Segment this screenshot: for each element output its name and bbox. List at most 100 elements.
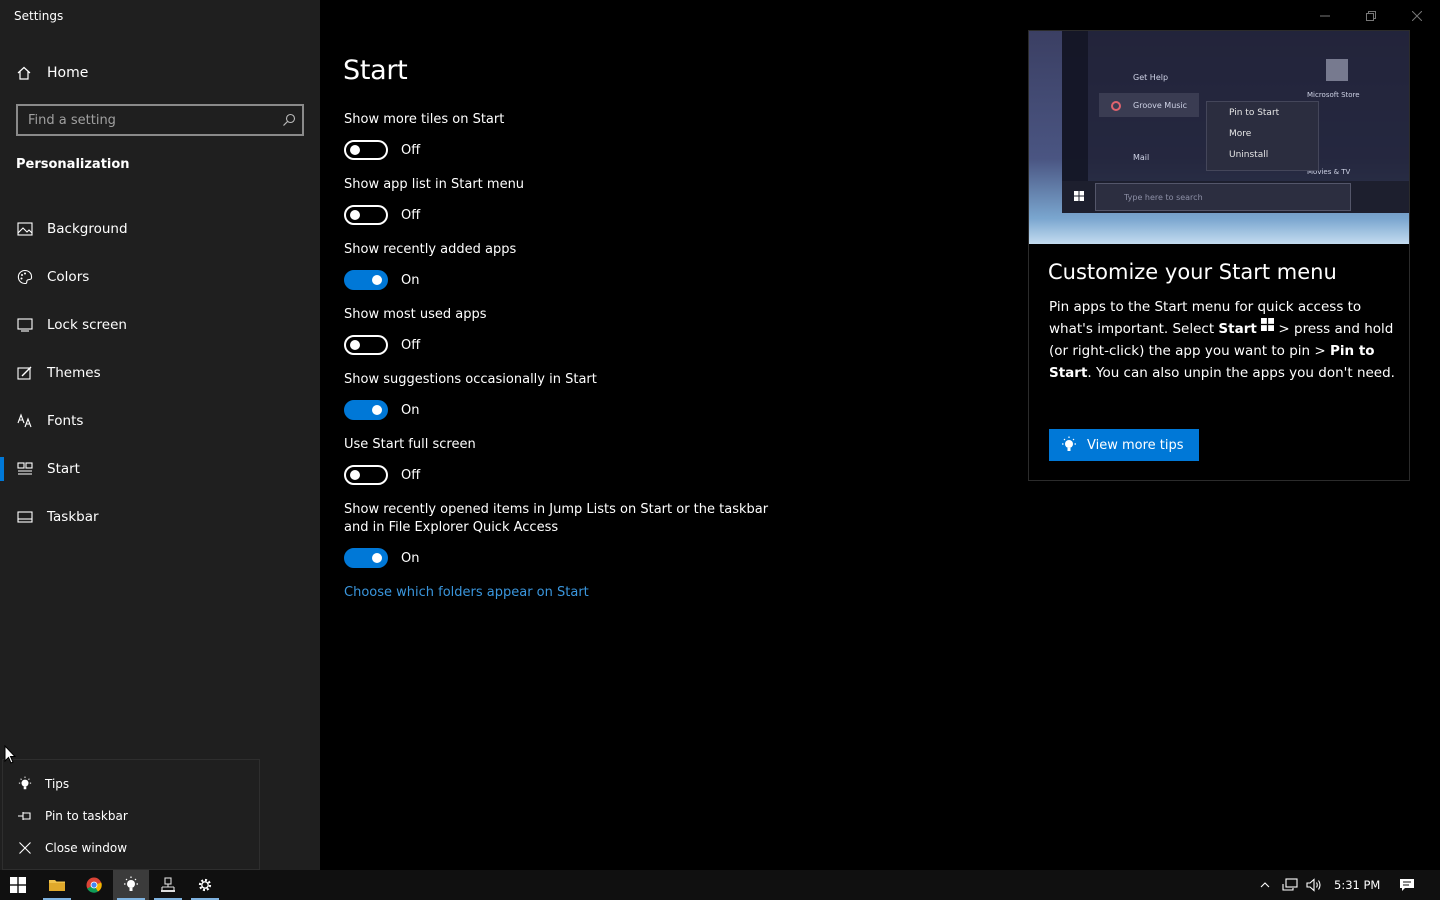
pin-icon xyxy=(16,807,34,825)
setting-label: Show recently added apps xyxy=(344,242,517,257)
setting-most-used: Show most used apps Off xyxy=(344,306,804,356)
sidebar-item-label: Start xyxy=(47,461,80,477)
sidebar: Settings Home Personalization Background… xyxy=(0,0,320,870)
settings-gear-icon xyxy=(198,878,212,892)
brush-icon xyxy=(16,364,34,382)
toggle-state: Off xyxy=(401,337,421,353)
home-label: Home xyxy=(47,65,89,81)
lightbulb-icon xyxy=(16,775,34,793)
toggle-state: Off xyxy=(401,142,421,158)
restore-button[interactable] xyxy=(1348,0,1394,32)
chevron-up-icon xyxy=(1260,882,1270,888)
jump-list-label: Close window xyxy=(45,841,128,855)
sidebar-item-label: Colors xyxy=(47,269,90,285)
setting-label: Show most used apps xyxy=(344,307,487,322)
view-more-tips-button[interactable]: View more tips xyxy=(1049,429,1199,461)
setting-more-tiles: Show more tiles on Start Off xyxy=(344,111,804,161)
setting-app-list: Show app list in Start menu Off xyxy=(344,176,804,226)
preview-store-label: Microsoft Store xyxy=(1307,91,1360,99)
search-icon[interactable] xyxy=(276,113,302,127)
speaker-icon xyxy=(1306,878,1321,892)
start-icon xyxy=(16,460,34,478)
setting-label: Use Start full screen xyxy=(344,437,476,452)
preview-help-label: Get Help xyxy=(1133,73,1169,82)
sidebar-item-background[interactable]: Background xyxy=(0,205,320,253)
toggle-switch[interactable] xyxy=(344,140,388,160)
search-box[interactable] xyxy=(16,104,304,136)
jump-list-item-close[interactable]: Close window xyxy=(3,832,259,864)
sidebar-item-colors[interactable]: Colors xyxy=(0,253,320,301)
toggle-switch[interactable] xyxy=(344,335,388,355)
tips-heading: Customize your Start menu xyxy=(1048,260,1337,284)
taskbar-tips[interactable] xyxy=(113,870,149,900)
taskbar-file-explorer[interactable] xyxy=(39,870,75,900)
restore-icon xyxy=(1366,11,1376,21)
choose-folders-link[interactable]: Choose which folders appear on Start xyxy=(344,585,589,600)
search-input[interactable] xyxy=(18,112,276,128)
sidebar-item-taskbar[interactable]: Taskbar xyxy=(0,493,320,541)
preview-search-box: Type here to search xyxy=(1095,183,1351,211)
minimize-icon xyxy=(1320,15,1330,17)
toggle-switch[interactable] xyxy=(344,548,388,568)
taskbar-network-app[interactable] xyxy=(150,870,186,900)
home-icon xyxy=(17,66,31,80)
page-title: Start xyxy=(343,55,408,86)
groove-music-icon xyxy=(1111,101,1121,111)
setting-label: Show recently opened items in Jump Lists… xyxy=(344,502,769,535)
tips-panel: Get Help Groove Music Mail Microsoft Sto… xyxy=(1028,30,1410,481)
start-button[interactable] xyxy=(0,870,36,900)
app-title: Settings xyxy=(14,9,64,23)
action-center-button[interactable] xyxy=(1396,870,1418,900)
setting-label: Show more tiles on Start xyxy=(344,112,505,127)
jump-list-item-tips[interactable]: Tips xyxy=(3,768,259,800)
toggle-switch[interactable] xyxy=(344,270,388,290)
taskbar: 5:31 PM xyxy=(0,870,1440,900)
setting-label: Show suggestions occasionally in Start xyxy=(344,372,597,387)
toggle-switch[interactable] xyxy=(344,400,388,420)
network-tray-button[interactable] xyxy=(1280,870,1300,900)
close-icon xyxy=(1412,11,1422,21)
file-explorer-icon xyxy=(49,880,65,891)
close-icon xyxy=(16,839,34,857)
sidebar-item-start[interactable]: Start xyxy=(0,445,320,493)
show-hidden-icons-button[interactable] xyxy=(1256,870,1274,900)
sidebar-item-label: Taskbar xyxy=(47,509,99,525)
jump-list-label: Tips xyxy=(45,777,70,791)
palette-icon xyxy=(16,268,34,286)
toggle-state: On xyxy=(401,402,420,418)
sidebar-item-label: Themes xyxy=(47,365,101,381)
sidebar-item-label: Background xyxy=(47,221,128,237)
minimize-button[interactable] xyxy=(1302,0,1348,32)
font-icon xyxy=(16,412,34,430)
start-menu-preview-image: Get Help Groove Music Mail Microsoft Sto… xyxy=(1029,31,1409,244)
notification-icon xyxy=(1400,879,1414,891)
jump-list-item-pin[interactable]: Pin to taskbar xyxy=(3,800,259,832)
sidebar-item-themes[interactable]: Themes xyxy=(0,349,320,397)
network-icon xyxy=(1282,878,1298,891)
network-app-icon xyxy=(161,877,175,892)
toggle-switch[interactable] xyxy=(344,465,388,485)
preview-menu-item: Pin to Start xyxy=(1229,108,1280,118)
sidebar-item-lock-screen[interactable]: Lock screen xyxy=(0,301,320,349)
setting-recently-added: Show recently added apps On xyxy=(344,241,804,291)
taskbar-clock[interactable]: 5:31 PM xyxy=(1334,870,1380,900)
windows-logo-icon xyxy=(1261,318,1275,331)
setting-suggestions: Show suggestions occasionally in Start O… xyxy=(344,371,804,421)
volume-tray-button[interactable] xyxy=(1304,870,1324,900)
sidebar-item-fonts[interactable]: Fonts xyxy=(0,397,320,445)
toggle-state: Off xyxy=(401,207,421,223)
sidebar-nav: Background Colors Lock screen Themes Fon… xyxy=(0,205,320,541)
store-icon xyxy=(1326,59,1348,81)
lightbulb-icon xyxy=(1062,436,1076,451)
view-more-tips-label: View more tips xyxy=(1087,437,1184,453)
taskbar-settings[interactable] xyxy=(187,870,223,900)
sidebar-item-label: Fonts xyxy=(47,413,84,429)
close-button[interactable] xyxy=(1394,0,1440,32)
taskbar-chrome[interactable] xyxy=(76,870,112,900)
taskbar-icon xyxy=(16,508,34,526)
preview-mail-label: Mail xyxy=(1133,153,1150,162)
toggle-switch[interactable] xyxy=(344,205,388,225)
chrome-icon xyxy=(86,877,102,893)
home-nav-item[interactable]: Home xyxy=(16,62,88,84)
setting-jump-lists: Show recently opened items in Jump Lists… xyxy=(344,501,794,569)
